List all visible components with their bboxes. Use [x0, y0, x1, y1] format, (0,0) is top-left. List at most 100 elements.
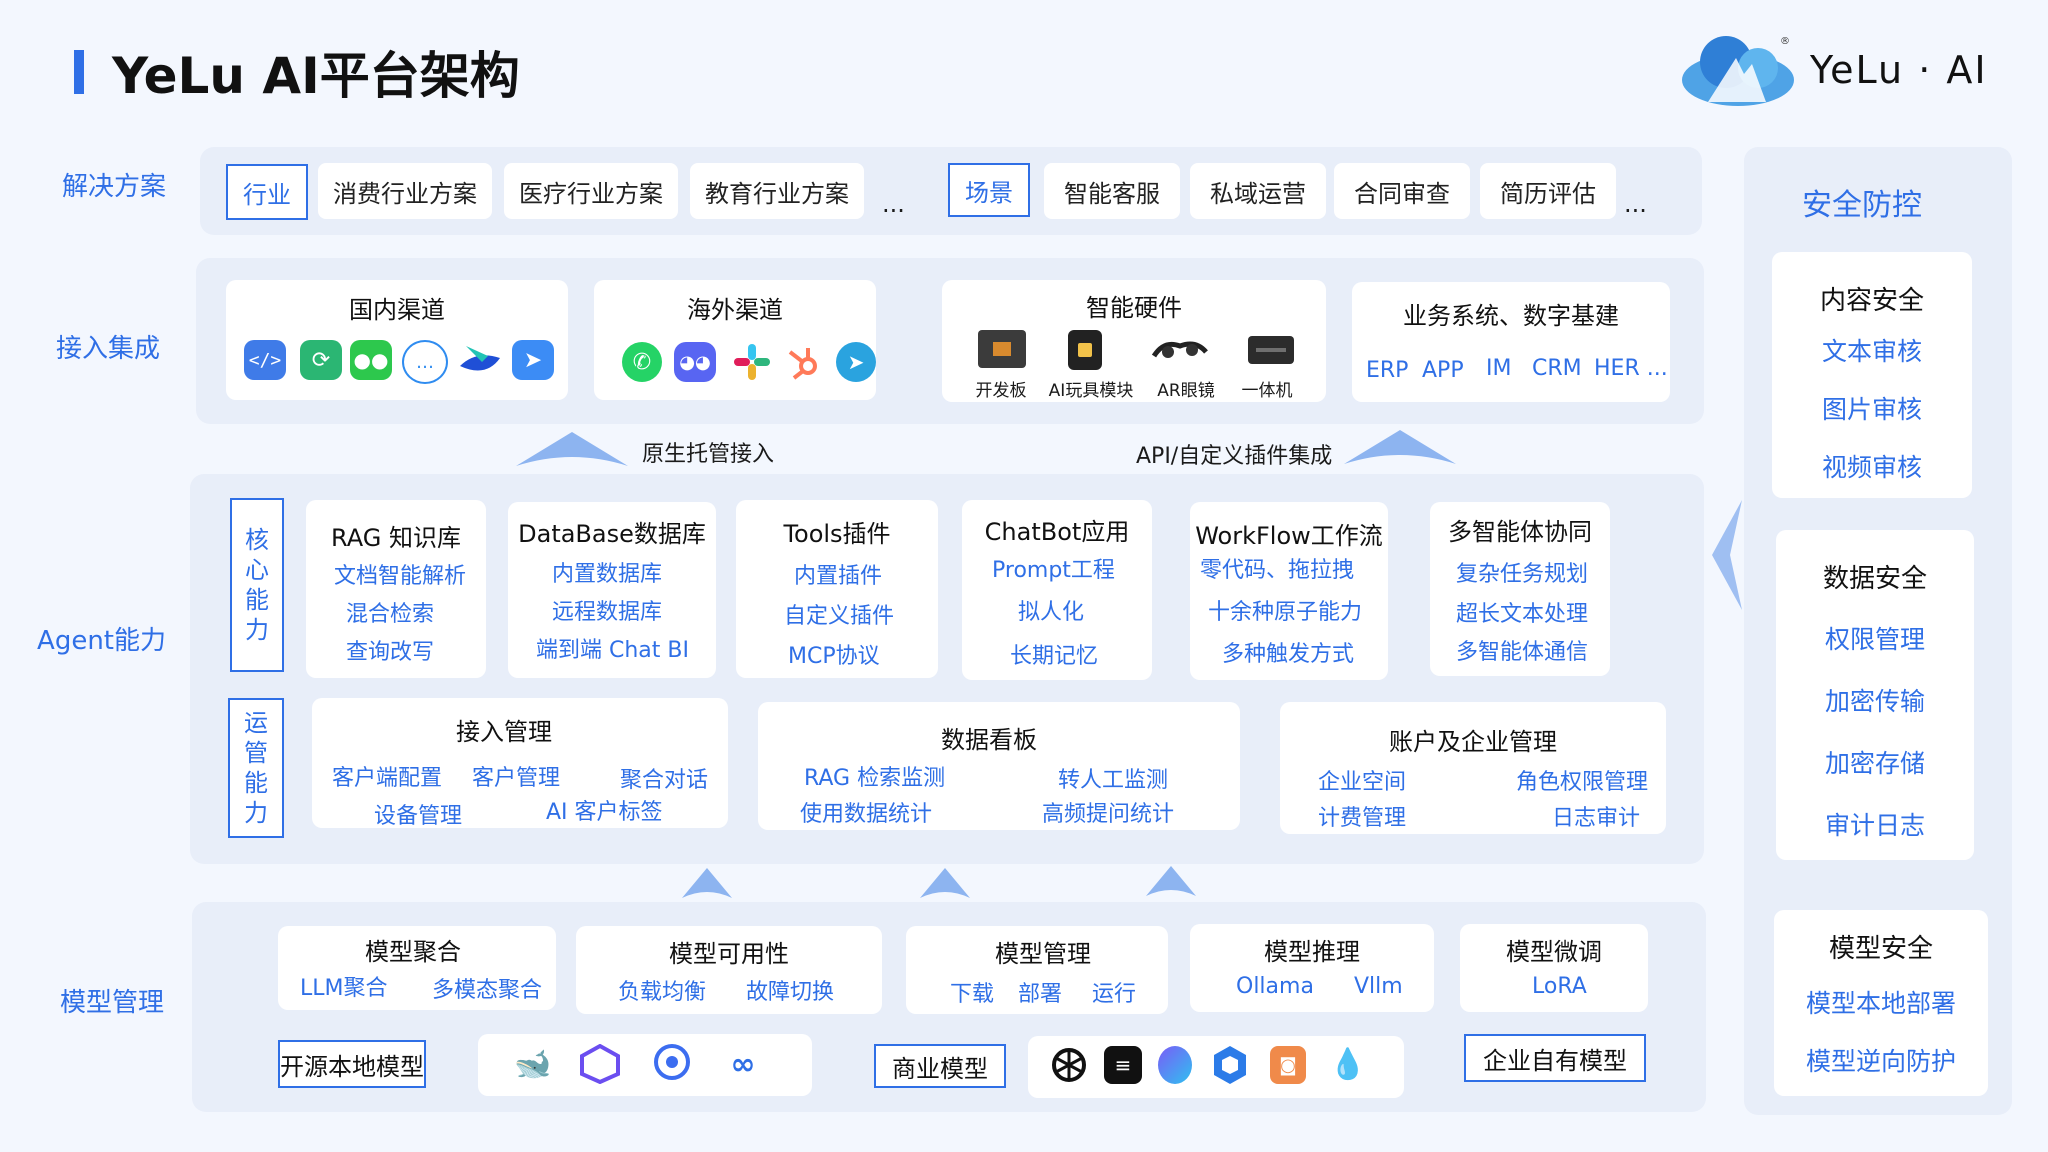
security-title: 安全防控	[1802, 188, 1922, 223]
security-video-review: 视频审核	[1821, 453, 1922, 482]
brand-name: YeLu · AI	[1810, 48, 1988, 92]
ops-access-item: 设备管理	[374, 804, 463, 829]
model-aggregation-item: LLM聚合	[300, 976, 388, 1001]
wechat-icon[interactable]: ●●	[350, 340, 392, 380]
solution-scene-private-ops[interactable]: 私域运营	[1190, 163, 1326, 219]
qq-chat-icon[interactable]: …	[402, 340, 448, 384]
hardware-title: 智能硬件	[1086, 294, 1182, 322]
ops-access-item: 聚合对话	[620, 768, 709, 793]
discord-icon[interactable]: ◕◕	[674, 342, 716, 382]
row-label-integration: 接入集成	[55, 334, 160, 364]
hubspot-icon[interactable]	[784, 342, 824, 382]
core-card-database-title: DataBase数据库	[518, 520, 706, 548]
core-card-workflow-title: WorkFlow工作流	[1195, 522, 1383, 550]
core-multiagent-item: 超长文本处理	[1456, 602, 1589, 627]
scene-more: ...	[1624, 190, 1647, 218]
hardware-item-devboard: 开发板	[975, 381, 1027, 401]
model-inference-item: Vllm	[1354, 974, 1403, 999]
model-management-item: 运行	[1092, 982, 1137, 1007]
core-tools-item: 自定义插件	[784, 604, 895, 629]
ops-dashboard-item: 高频提问统计	[1042, 802, 1175, 827]
dingtalk-icon[interactable]: ➤	[512, 340, 554, 380]
solution-scene-contract-review[interactable]: 合同审查	[1334, 163, 1470, 219]
security-image-review: 图片审核	[1821, 395, 1922, 424]
model-management-item: 下载	[950, 982, 995, 1007]
business-her-more: HER ...	[1594, 356, 1668, 381]
solution-industry-education[interactable]: 教育行业方案	[690, 163, 864, 219]
security-model-title: 模型安全	[1828, 934, 1933, 964]
ops-access-item: 客户端配置	[332, 766, 443, 791]
row-label-solutions: 解决方案	[61, 172, 166, 202]
web-widget-icon[interactable]: </>	[244, 340, 286, 380]
ops-account-item: 企业空间	[1318, 770, 1407, 795]
core-rag-item: 查询改写	[346, 640, 435, 665]
core-label-char: 心	[245, 556, 269, 584]
open-source-model-tag[interactable]: 开源本地模型	[278, 1040, 426, 1088]
side-arrow-icon	[1712, 500, 1742, 610]
scene-tag[interactable]: 场景	[948, 163, 1030, 217]
ops-card-account-title: 账户及企业管理	[1389, 728, 1557, 756]
security-data-card: 数据安全 权限管理 加密传输 加密存储 审计日志	[1776, 530, 1974, 860]
model-availability-item: 故障切换	[746, 980, 835, 1005]
model-card-availability-title: 模型可用性	[669, 940, 789, 968]
telegram-icon[interactable]: ➤	[836, 342, 876, 382]
hunyuan-icon	[1214, 1046, 1246, 1084]
minimax-icon: ◙	[1270, 1046, 1306, 1084]
wecom-icon[interactable]: ⟳	[300, 340, 342, 380]
deepseek-icon: 🐋	[514, 1046, 552, 1082]
ops-card-access-title: 接入管理	[456, 718, 552, 746]
feishu-icon[interactable]	[458, 340, 502, 380]
model-card-inference-title: 模型推理	[1264, 938, 1360, 966]
core-tools-item: 内置插件	[794, 564, 883, 589]
solution-industry-consumer[interactable]: 消费行业方案	[318, 163, 492, 219]
ops-access-item: AI 客户标签	[546, 800, 663, 825]
business-im: IM	[1486, 356, 1512, 381]
business-erp: ERP	[1366, 358, 1409, 383]
security-reverse-protect: 模型逆向防护	[1805, 1047, 1956, 1076]
model-finetune-item: LoRA	[1532, 974, 1587, 999]
core-label-char: 核	[245, 526, 269, 554]
security-data-title: 数据安全	[1822, 564, 1927, 594]
model-card-finetune-title: 模型微调	[1506, 938, 1602, 966]
security-audit-log: 审计日志	[1824, 811, 1925, 840]
ernie-icon: 💧	[1329, 1046, 1367, 1082]
security-encrypt-transfer: 加密传输	[1824, 687, 1925, 716]
core-label-char: 力	[245, 616, 269, 644]
up-arrow-native-icon	[516, 432, 628, 466]
core-card-chatbot-title: ChatBot应用	[984, 518, 1130, 546]
core-database-item: 远程数据库	[552, 600, 663, 625]
connector-api-label: API/自定义插件集成	[1136, 444, 1333, 469]
ops-card-dashboard-title: 数据看板	[941, 726, 1037, 754]
ai-toy-module-icon	[1068, 330, 1102, 370]
model-card-management-title: 模型管理	[995, 940, 1091, 968]
solution-scene-resume-eval[interactable]: 简历评估	[1480, 163, 1616, 219]
zhipu-icon	[654, 1044, 690, 1080]
ops-account-item: 日志审计	[1552, 806, 1641, 831]
ops-access-item: 客户管理	[472, 766, 561, 791]
commercial-model-tag[interactable]: 商业模型	[874, 1044, 1006, 1088]
slack-icon[interactable]	[732, 342, 772, 382]
up-arrow-model-2-icon	[920, 868, 970, 898]
meta-icon: ∞	[730, 1046, 756, 1082]
security-encrypt-storage: 加密存储	[1824, 749, 1925, 778]
core-multiagent-item: 多智能体通信	[1456, 640, 1589, 665]
security-content-card: 内容安全 文本审核 图片审核 视频审核	[1772, 252, 1972, 498]
core-card-rag-title: RAG 知识库	[331, 524, 461, 552]
enterprise-model-tag[interactable]: 企业自有模型	[1464, 1034, 1646, 1082]
solution-scene-customer-service[interactable]: 智能客服	[1044, 163, 1180, 219]
ops-dashboard-item: 使用数据统计	[800, 802, 933, 827]
ops-label-char: 力	[244, 799, 268, 827]
ops-dashboard-item: 转人工监测	[1058, 768, 1169, 793]
overseas-channels-title: 海外渠道	[687, 296, 783, 324]
core-workflow-item: 多种触发方式	[1222, 642, 1355, 667]
solution-industry-medical[interactable]: 医疗行业方案	[504, 163, 678, 219]
moonshot-icon: ≡	[1104, 1046, 1142, 1084]
ops-dashboard-item: RAG 检索监测	[804, 766, 946, 791]
ops-account-item: 计费管理	[1318, 806, 1407, 831]
security-local-deploy: 模型本地部署	[1805, 989, 1956, 1018]
whatsapp-icon[interactable]: ✆	[622, 342, 662, 382]
ar-glasses-icon	[1151, 341, 1208, 358]
industry-tag[interactable]: 行业	[226, 164, 308, 220]
business-systems-title: 业务系统、数字基建	[1403, 302, 1619, 330]
model-card-aggregation-title: 模型聚合	[365, 938, 461, 966]
